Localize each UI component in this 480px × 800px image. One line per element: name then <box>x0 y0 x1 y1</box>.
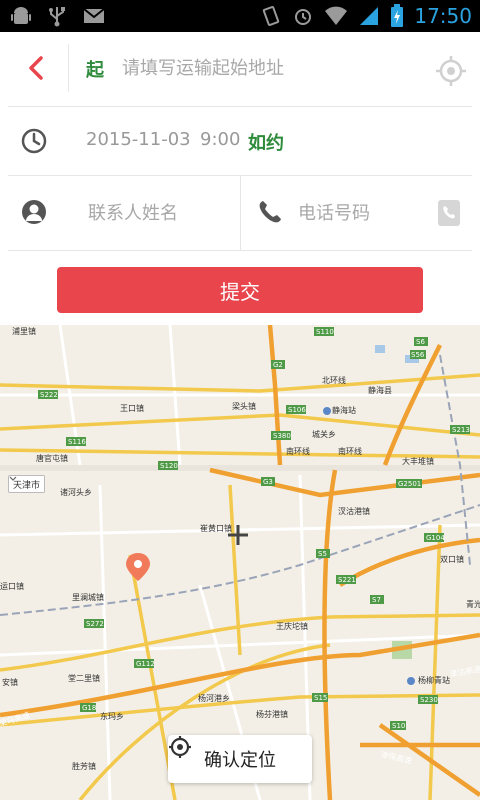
map-label: 双口镇 <box>440 554 464 564</box>
map-label: 杨柳青站 <box>418 675 450 685</box>
map-label: 静海县 <box>368 385 392 395</box>
map-label: 汊沽港镇 <box>338 506 370 516</box>
map-label: 南环线 <box>286 446 310 456</box>
road-shield: S380 <box>273 432 291 440</box>
road-shield: S6 <box>416 338 425 346</box>
road-shield: S7 <box>372 596 381 604</box>
road-shield: G3 <box>263 478 273 486</box>
contact-name-input[interactable] <box>88 196 228 230</box>
road-shield: S106 <box>288 406 306 414</box>
map-label: 安镇 <box>2 677 18 687</box>
map-label: 崔黄口镇 <box>200 523 232 533</box>
start-marker: 起 <box>86 60 104 81</box>
divider <box>240 176 241 250</box>
map-label: 运口镇 <box>0 581 24 591</box>
map-label: 唐官屯镇 <box>36 453 68 463</box>
start-address-input[interactable] <box>114 50 440 86</box>
road-shield: S10 <box>392 722 405 730</box>
road-shield: S230 <box>420 696 438 704</box>
start-address-row: 起 <box>0 32 480 106</box>
road-shield: S213 <box>452 426 470 434</box>
map-label: 静海站 <box>332 405 356 415</box>
map-label: 王口镇 <box>120 403 144 413</box>
map-label: 北环线 <box>322 375 346 385</box>
road-shield: S221 <box>338 576 356 584</box>
road-shield: G112 <box>136 660 155 668</box>
map-label: 梁头镇 <box>232 401 256 411</box>
road-shield: S56 <box>411 351 425 359</box>
map-view[interactable]: S110 G2 S6 S56 S222 S116 G104 S380 S106 … <box>0 325 480 800</box>
android-debug-icon <box>11 7 31 24</box>
road-shield: S5 <box>318 550 327 558</box>
target-icon <box>169 736 191 758</box>
map-canvas[interactable]: S110 G2 S6 S56 S222 S116 G104 S380 S106 … <box>0 325 480 800</box>
city-selector[interactable]: 天津市 <box>8 475 46 493</box>
road-shield: S222 <box>40 391 58 399</box>
phone-icon <box>259 201 281 223</box>
alarm-icon <box>295 9 312 25</box>
vibrate-icon <box>263 6 280 26</box>
road-shield: G18 <box>82 704 96 712</box>
divider <box>8 250 472 251</box>
map-label: 王庆坨镇 <box>276 621 308 631</box>
map-label: 大丰堆镇 <box>402 456 434 466</box>
map-label: 里澜城镇 <box>72 592 104 602</box>
back-button[interactable] <box>14 46 58 90</box>
clock-time: 17:50 <box>414 4 472 28</box>
wifi-icon <box>325 6 348 25</box>
phone-input[interactable] <box>298 196 426 230</box>
road-shield: S272 <box>86 620 104 628</box>
map-label: 杨河港乡 <box>198 693 230 703</box>
road-shield: G104 <box>426 534 445 542</box>
road-shield: G2 <box>273 361 283 369</box>
on-time-label: 如约 <box>248 133 284 154</box>
pickup-time: 9:00 <box>200 129 241 150</box>
road-shield: S120 <box>160 462 178 470</box>
map-label: 青光 <box>466 599 480 609</box>
map-label: 城关乡 <box>312 429 336 439</box>
locate-icon[interactable] <box>434 54 468 88</box>
contact-row <box>0 176 480 250</box>
confirm-location-label: 确认定位 <box>204 750 276 771</box>
chevron-down-icon <box>9 476 17 481</box>
contacts-book-icon[interactable] <box>434 198 464 228</box>
submit-button[interactable]: 提交 <box>57 267 423 313</box>
pickup-date: 2015-11-03 <box>86 129 191 150</box>
road-shield: S110 <box>316 328 334 336</box>
person-icon <box>22 200 46 224</box>
map-label: 诸河头乡 <box>60 487 92 497</box>
divider <box>68 44 69 92</box>
road-shield: S15 <box>314 694 327 702</box>
chevron-left-icon <box>29 56 43 80</box>
map-label: 东玛乡 <box>100 711 124 721</box>
city-name: 天津市 <box>13 480 41 491</box>
map-label: 南环线 <box>338 446 362 456</box>
map-label: 浦里镇 <box>12 326 36 336</box>
confirm-location-button[interactable]: 确认定位 <box>168 735 312 783</box>
station-icon <box>407 677 415 685</box>
order-form: 起 2015-11-03 9:00 如约 <box>0 32 480 325</box>
gmail-icon <box>83 8 105 23</box>
road-shield: G2501 <box>398 480 421 488</box>
map-label: 堂二里镇 <box>68 673 100 683</box>
map-label: 胜芳镇 <box>72 761 96 771</box>
status-bar: 17:50 <box>0 0 480 32</box>
battery-charging-icon <box>391 4 404 27</box>
usb-icon <box>49 7 65 27</box>
time-row[interactable]: 2015-11-03 9:00 如约 <box>0 107 480 175</box>
road-shield: S116 <box>68 438 86 446</box>
clock-icon <box>21 128 47 154</box>
map-label: 杨芬港镇 <box>256 709 288 719</box>
station-icon <box>323 407 331 415</box>
signal-icon <box>360 7 379 25</box>
